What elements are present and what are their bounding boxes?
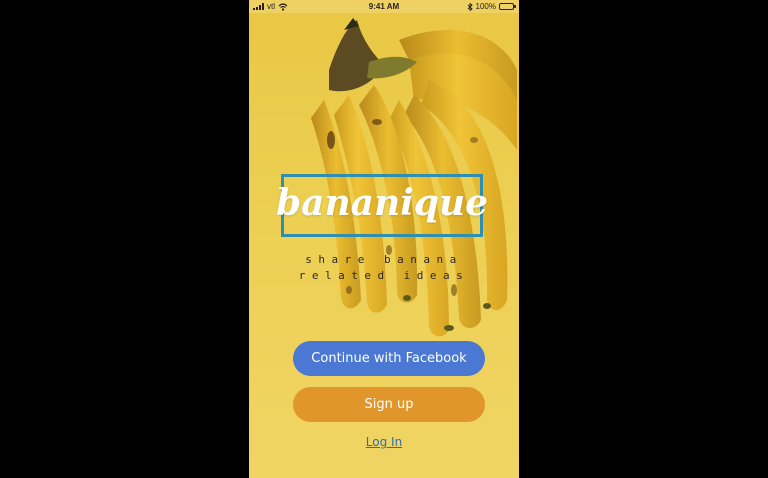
- phone-frame: vtl 9:41 AM 100% bananique share banana …: [249, 0, 519, 478]
- battery-percent: 100%: [475, 2, 496, 11]
- sign-up-button[interactable]: Sign up: [293, 387, 485, 422]
- bluetooth-icon: [467, 2, 473, 11]
- status-right: 100%: [467, 2, 516, 11]
- tagline-line-1: share banana: [305, 253, 463, 266]
- screen: vtl 9:41 AM 100% bananique share banana …: [0, 0, 768, 478]
- logo-frame: bananique: [276, 174, 488, 237]
- battery-icon: [499, 3, 516, 10]
- tagline-line-2: related ideas: [298, 269, 470, 282]
- banana-bunch-image: [311, 18, 517, 337]
- continue-with-facebook-button[interactable]: Continue with Facebook: [293, 341, 485, 376]
- status-bar: vtl 9:41 AM 100%: [249, 0, 519, 13]
- log-in-link[interactable]: Log In: [249, 435, 519, 449]
- app-logo: bananique: [275, 181, 489, 224]
